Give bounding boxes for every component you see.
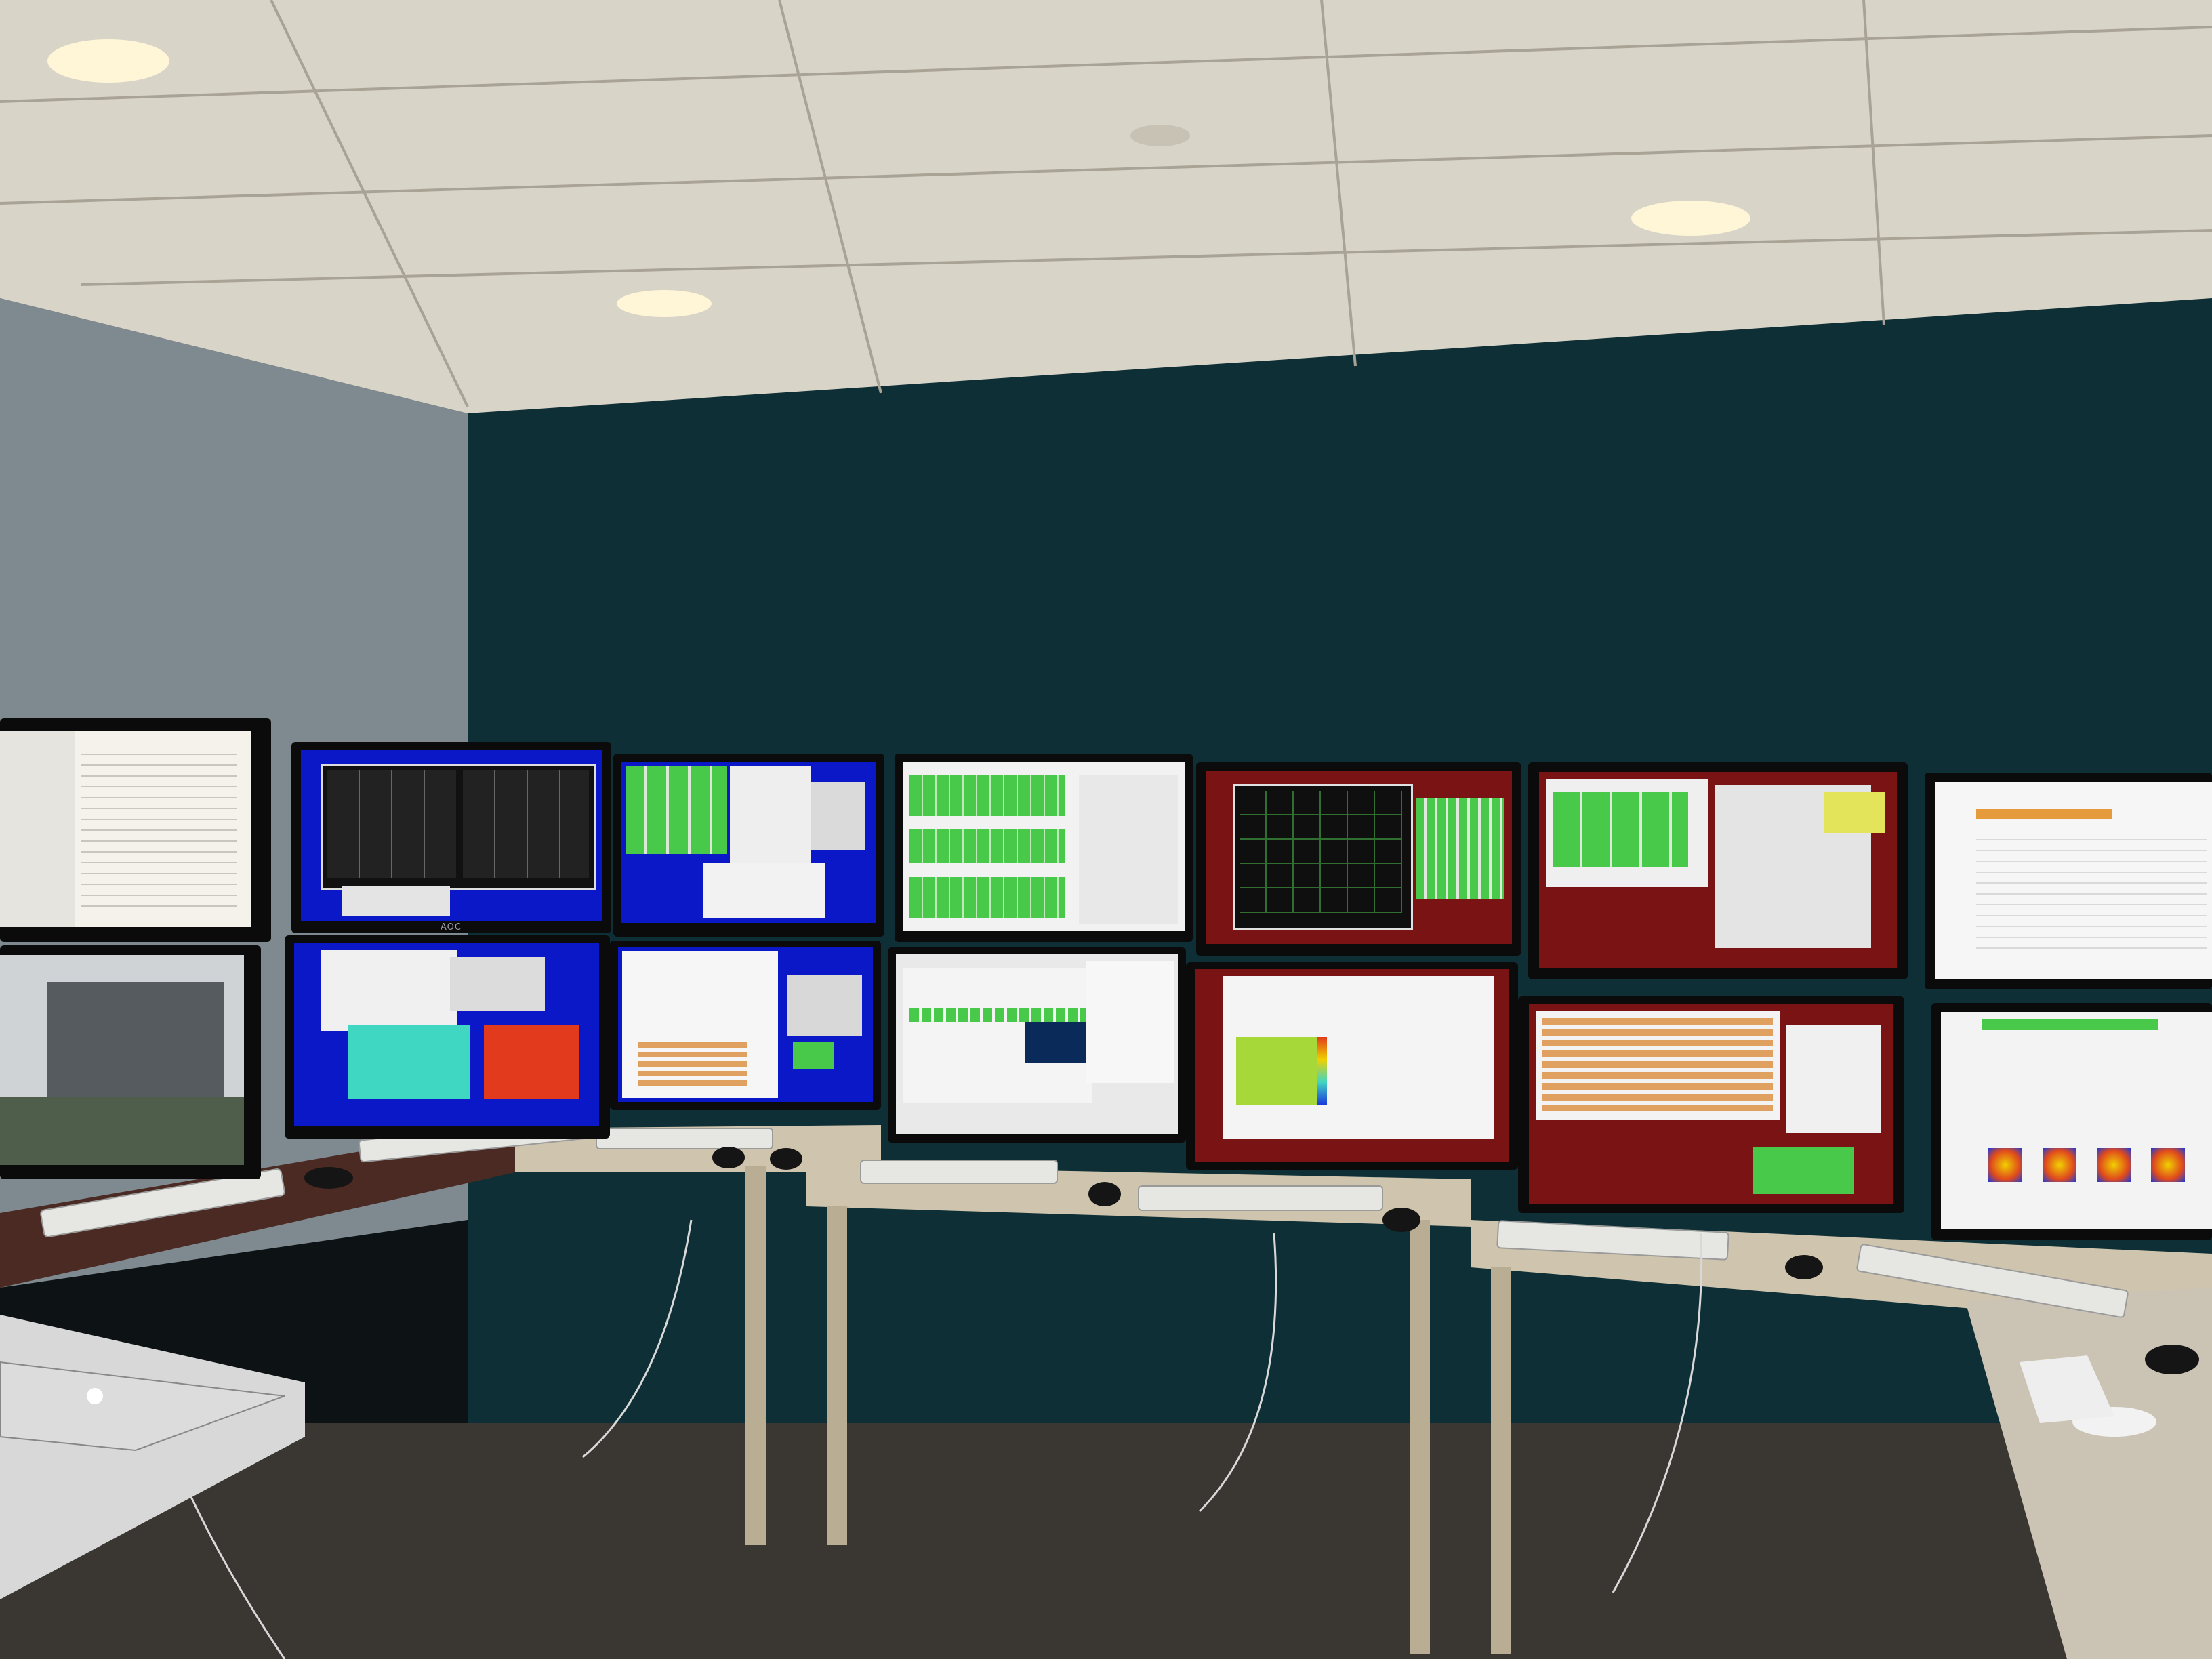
- monitor-3-bottom: [888, 947, 1186, 1143]
- heatmap-red: [484, 1025, 579, 1099]
- plot-right: [463, 770, 589, 878]
- screen-white-beam-images: [1941, 1012, 2212, 1229]
- ceiling-light-1: [47, 39, 169, 83]
- monitor-2-top: [613, 754, 884, 937]
- apple-logo-icon: [87, 1388, 103, 1404]
- screen-maroon-scope: [1206, 771, 1512, 944]
- screen-white-green-grid: [903, 762, 1185, 931]
- window-table: [321, 950, 457, 1031]
- monitor-4-top: [1196, 762, 1521, 956]
- status-window: [730, 766, 811, 867]
- ceiling-light-2: [617, 290, 712, 317]
- beam-image-1: [1988, 1148, 2022, 1182]
- green-strip: [909, 1008, 1086, 1022]
- green-grid-2: [909, 830, 1065, 863]
- bottom-window: [703, 863, 825, 918]
- monitor-left-bottom: [0, 945, 261, 1179]
- plot-left: [327, 770, 456, 878]
- right-panel: [1079, 775, 1178, 924]
- app-table: [1976, 830, 2207, 951]
- screen-maroon-heatmap: [1195, 969, 1509, 1162]
- monitor-2-bottom: [610, 941, 881, 1110]
- heatmap-green: [1236, 1037, 1317, 1105]
- status-grid: [626, 766, 727, 854]
- screen-white-green-panels: [896, 954, 1178, 1134]
- green-bar-panel: [1416, 798, 1504, 899]
- green-block-5: [1753, 1147, 1854, 1194]
- beam-image-2: [2043, 1148, 2076, 1182]
- table-rows: [638, 1042, 747, 1090]
- scope-grid: [1240, 791, 1402, 913]
- green-grid-5: [1553, 792, 1688, 867]
- header-green: [1982, 1019, 2158, 1030]
- yellow-block: [1824, 792, 1885, 833]
- screen-document: [0, 731, 251, 927]
- screen-blue-plots: [301, 750, 602, 921]
- video-frame: [47, 982, 224, 1097]
- monitor-6-bottom: [1931, 1003, 2212, 1240]
- monitor-6-top: [1925, 773, 2212, 989]
- monitor-5-top: [1528, 762, 1908, 979]
- screen-blue-table: [618, 947, 873, 1102]
- green-grid-3: [909, 877, 1065, 918]
- ceiling-light-3: [1631, 201, 1750, 236]
- doc-sidebar: [0, 731, 75, 927]
- side-green: [793, 1042, 834, 1069]
- monitor-left-top: [0, 718, 271, 942]
- green-grid-1: [909, 775, 1065, 816]
- monitor-1-bottom: [285, 935, 610, 1139]
- screen-white-app: [1936, 782, 2212, 979]
- screen-blue-green-grid: [621, 762, 876, 923]
- window-icons: [450, 957, 545, 1011]
- screen-video: [0, 955, 244, 1165]
- doc-lines: [81, 744, 237, 914]
- screen-maroon-table: [1529, 1004, 1893, 1204]
- map-satellite: [0, 1097, 244, 1165]
- beam-image-4: [2151, 1148, 2185, 1182]
- side-window: [787, 975, 862, 1036]
- colorbar: [1317, 1037, 1327, 1105]
- monitor-5-bottom: [1518, 996, 1904, 1213]
- screen-maroon-green-grid: [1539, 772, 1897, 968]
- side-window-b: [1086, 961, 1174, 1083]
- small-window: [342, 886, 450, 916]
- orange-bar: [1976, 809, 2112, 819]
- bar-chart-5: [1786, 1025, 1881, 1133]
- monitor-3-top: [895, 754, 1193, 942]
- monitor-4-bottom: [1186, 962, 1518, 1170]
- screen-blue-heatmap: [294, 943, 599, 1126]
- plot-window: [321, 764, 596, 890]
- control-window: [811, 782, 865, 850]
- table-rows-5: [1542, 1018, 1773, 1113]
- heatmap-cyan: [348, 1025, 470, 1099]
- beam-image-3: [2097, 1148, 2131, 1182]
- floor: [0, 1423, 2212, 1659]
- monitor-1-top: AOC: [291, 742, 611, 933]
- brand-logo: AOC: [441, 922, 462, 933]
- ceiling-vent: [1130, 125, 1190, 146]
